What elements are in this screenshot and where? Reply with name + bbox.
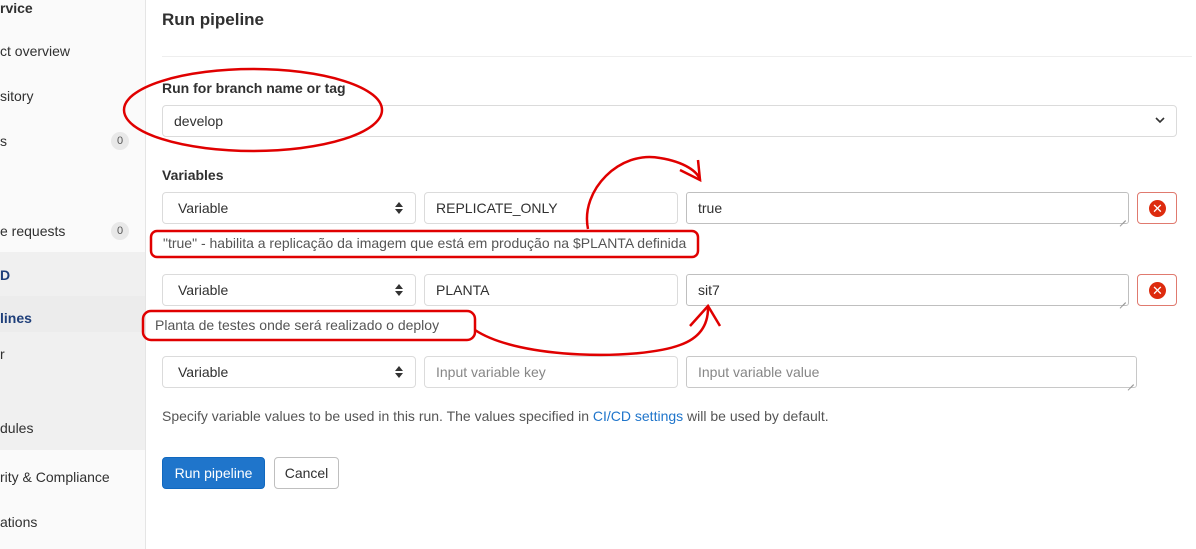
help-text-suffix: will be used by default.: [683, 408, 829, 424]
sidebar-item-label: r: [0, 346, 5, 362]
issues-count-badge: 0: [111, 132, 129, 150]
variable-note: Planta de testes onde será realizado o d…: [155, 317, 440, 333]
sidebar: rvice ct overview sitory s0 e requests 0 …: [0, 0, 146, 549]
select-arrows-icon: [395, 366, 403, 378]
cicd-settings-link[interactable]: CI/CD settings: [593, 408, 683, 424]
sidebar-item-project-overview[interactable]: ct overview: [0, 29, 145, 73]
sidebar-item-label: dules: [0, 420, 34, 436]
variable-type-select[interactable]: Variable: [162, 274, 416, 306]
variable-key-input[interactable]: Input variable key: [424, 356, 678, 388]
variable-type-value: Variable: [178, 364, 229, 380]
cancel-button[interactable]: Cancel: [274, 457, 339, 489]
sidebar-item-label: e requests: [0, 223, 66, 239]
branch-select-value: develop: [174, 113, 224, 129]
sidebar-item-label: ct overview: [0, 43, 71, 59]
select-arrows-icon: [395, 202, 403, 214]
run-pipeline-button[interactable]: Run pipeline: [162, 457, 265, 489]
variable-type-value: Variable: [178, 200, 229, 216]
sidebar-item-security-compliance[interactable]: rity & Compliance: [0, 455, 145, 499]
variable-value-text: true: [698, 200, 723, 216]
variable-type-value: Variable: [178, 282, 229, 298]
merge-requests-count-badge: 0: [111, 222, 129, 240]
sidebar-item-schedules[interactable]: dules: [0, 406, 145, 450]
resize-grip-icon[interactable]: [1126, 377, 1134, 385]
sidebar-item-label: rity & Compliance: [0, 469, 110, 485]
main-content: Run pipeline Run for branch name or tag …: [146, 0, 1196, 549]
sidebar-item-service[interactable]: rvice: [0, 0, 145, 30]
variable-key-input[interactable]: REPLICATE_ONLY: [424, 192, 678, 224]
variable-value-input[interactable]: Input variable value: [686, 356, 1137, 388]
resize-grip-icon[interactable]: [1118, 295, 1126, 303]
variable-type-select[interactable]: Variable: [162, 356, 416, 388]
sidebar-item-operations[interactable]: ations: [0, 500, 145, 544]
branch-select[interactable]: develop: [162, 105, 1177, 137]
sidebar-item-label: rvice: [0, 0, 33, 16]
variable-key-input[interactable]: PLANTA: [424, 274, 678, 306]
page-title: Run pipeline: [162, 10, 264, 29]
remove-variable-button[interactable]: ✕: [1137, 192, 1177, 224]
variables-help-text: Specify variable values to be used in th…: [162, 408, 829, 424]
variable-note: "true" - habilita a replicação da imagem…: [163, 235, 687, 251]
sidebar-item-repository[interactable]: sitory: [0, 74, 145, 118]
variable-type-select[interactable]: Variable: [162, 192, 416, 224]
variable-value-input[interactable]: true: [686, 192, 1129, 224]
sidebar-item-editor[interactable]: r: [0, 332, 145, 376]
sidebar-item-cicd[interactable]: D: [0, 253, 145, 297]
variable-value-input[interactable]: sit7: [686, 274, 1129, 306]
remove-circle-icon: ✕: [1149, 282, 1166, 299]
variable-value-placeholder: Input variable value: [698, 364, 820, 380]
select-arrows-icon: [395, 284, 403, 296]
variable-value-text: sit7: [698, 282, 720, 298]
title-divider: [162, 56, 1192, 57]
chevron-down-icon: [1154, 106, 1166, 147]
remove-variable-button[interactable]: ✕: [1137, 274, 1177, 306]
sidebar-item-label: D: [0, 267, 11, 283]
sidebar-item-label: ations: [0, 514, 38, 530]
sidebar-item-label: sitory: [0, 88, 34, 104]
variables-label: Variables: [162, 167, 224, 183]
remove-circle-icon: ✕: [1149, 200, 1166, 217]
sidebar-item-label: s: [0, 133, 7, 149]
branch-label: Run for branch name or tag: [162, 80, 346, 96]
sidebar-item-merge-requests[interactable]: e requests 0: [0, 209, 145, 253]
resize-grip-icon[interactable]: [1118, 213, 1126, 221]
sidebar-item-issues[interactable]: s0: [0, 119, 145, 163]
help-text-prefix: Specify variable values to be used in th…: [162, 408, 593, 424]
